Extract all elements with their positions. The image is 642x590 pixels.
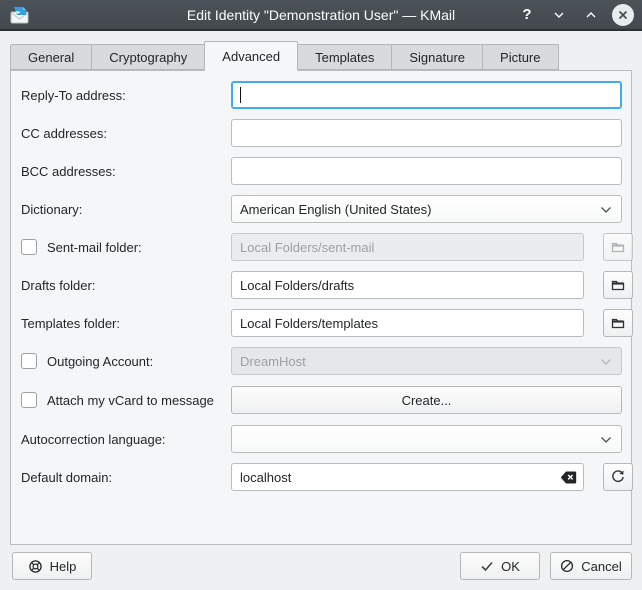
cancel-button[interactable]: Cancel	[550, 552, 632, 580]
sent-mail-folder-picker-button	[603, 233, 633, 261]
autocorrection-language-select[interactable]	[231, 425, 622, 453]
outgoing-account-label: Outgoing Account:	[47, 347, 153, 375]
autocorrection-language-label: Autocorrection language:	[21, 425, 166, 453]
ok-button[interactable]: OK	[460, 552, 540, 580]
titlebar: Edit Identity "Demonstration User" — KMa…	[0, 0, 642, 31]
backspace-clear-icon[interactable]	[560, 470, 577, 485]
kmail-envelope-icon	[10, 5, 30, 25]
reply-to-input[interactable]	[231, 81, 622, 109]
titlebar-help-button[interactable]: ?	[516, 4, 538, 26]
close-icon[interactable]	[612, 4, 634, 26]
templates-folder-input[interactable]: Local Folders/templates	[231, 309, 584, 337]
templates-folder-picker-button[interactable]	[603, 309, 633, 337]
bcc-input[interactable]	[231, 157, 622, 185]
drafts-folder-label: Drafts folder:	[21, 271, 95, 299]
bcc-label: BCC addresses:	[21, 157, 116, 185]
tab-cryptography[interactable]: Cryptography	[91, 44, 205, 70]
chevron-down-icon	[600, 357, 612, 367]
check-icon	[480, 560, 494, 572]
drafts-folder-input[interactable]: Local Folders/drafts	[231, 271, 584, 299]
create-vcard-button[interactable]: Create...	[231, 386, 622, 414]
templates-folder-label: Templates folder:	[21, 309, 120, 337]
minimize-icon[interactable]	[548, 4, 570, 26]
drafts-folder-picker-button[interactable]	[603, 271, 633, 299]
dictionary-select[interactable]: American English (United States)	[231, 195, 622, 223]
lifebuoy-icon	[28, 559, 43, 574]
maximize-icon[interactable]	[580, 4, 602, 26]
tab-templates[interactable]: Templates	[297, 44, 392, 70]
attach-vcard-checkbox[interactable]	[21, 392, 37, 408]
tab-signature[interactable]: Signature	[391, 44, 483, 70]
default-domain-input[interactable]: localhost	[231, 463, 584, 491]
attach-vcard-label: Attach my vCard to message	[47, 386, 214, 414]
tab-bar: General Cryptography Advanced Templates …	[10, 44, 559, 70]
default-domain-label: Default domain:	[21, 463, 112, 491]
chevron-down-icon	[600, 205, 612, 215]
outgoing-account-checkbox[interactable]	[21, 353, 37, 369]
cc-label: CC addresses:	[21, 119, 107, 147]
cc-input[interactable]	[231, 119, 622, 147]
chevron-down-icon	[600, 435, 612, 445]
tab-advanced[interactable]: Advanced	[204, 41, 298, 71]
reply-to-label: Reply-To address:	[21, 81, 126, 109]
advanced-tab-panel: Reply-To address: CC addresses: BCC addr…	[10, 70, 632, 545]
outgoing-account-select: DreamHost	[231, 347, 622, 375]
text-caret	[240, 87, 241, 103]
sent-mail-checkbox[interactable]	[21, 239, 37, 255]
sent-mail-folder-input: Local Folders/sent-mail	[231, 233, 584, 261]
sent-mail-label: Sent-mail folder:	[47, 233, 142, 261]
tab-picture[interactable]: Picture	[482, 44, 558, 70]
dictionary-label: Dictionary:	[21, 195, 82, 223]
help-button[interactable]: Help	[12, 552, 92, 580]
default-domain-reset-button[interactable]	[603, 463, 633, 491]
tab-general[interactable]: General	[10, 44, 92, 70]
circle-slash-icon	[560, 559, 574, 573]
